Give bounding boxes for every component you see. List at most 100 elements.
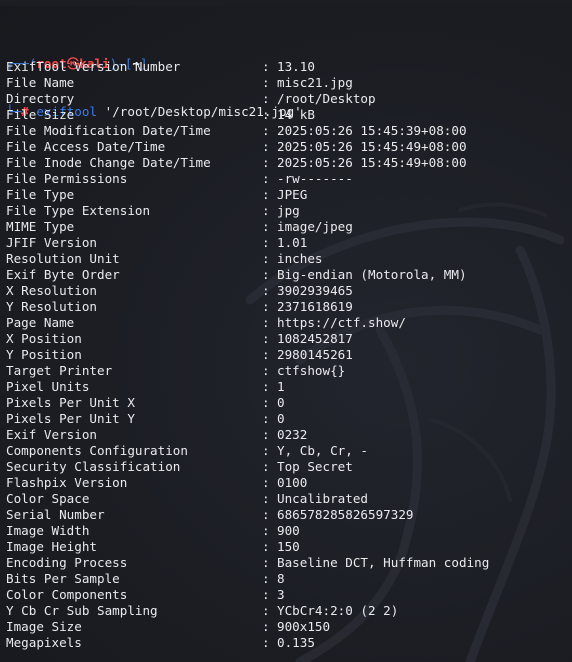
exif-tag-value: 900x150 [277,619,331,634]
exif-tag-name: X Resolution [6,283,97,298]
exif-tag-name: Exif Version [6,427,97,442]
exif-row: Pixel Units:1 [6,379,566,395]
exif-row: File Permissions: -rw------- [6,171,566,187]
exif-row: Y Resolution:2371618619 [6,299,566,315]
exif-separator: : [262,603,270,618]
exif-separator: : [262,619,270,634]
exif-separator: : [262,107,270,122]
exif-row: Color Space: Uncalibrated [6,491,566,507]
exif-tag-value: 2025:05:26 15:45:49+08:00 [277,139,467,154]
exif-row: Y Position:2980145261 [6,347,566,363]
exif-row: Image Width:900 [6,523,566,539]
exif-tag-name: File Inode Change Date/Time [6,155,211,170]
exif-separator: : [262,187,270,202]
exif-tag-name: Bits Per Sample [6,571,120,586]
exif-tag-value: Uncalibrated [277,491,368,506]
exif-tag-name: X Position [6,331,82,346]
exif-separator: : [262,219,270,234]
exif-tag-name: Color Space [6,491,90,506]
exif-row: Encoding Process: Baseline DCT, Huffman c… [6,555,566,571]
exif-separator: : [262,587,270,602]
exif-tag-value: 1.01 [277,235,308,250]
exif-tag-name: Megapixels [6,635,82,650]
exif-separator: : [262,299,270,314]
exif-row: Image Height:150 [6,539,566,555]
exif-separator: : [262,395,270,410]
exif-tag-name: Y Cb Cr Sub Sampling [6,603,158,618]
exif-tag-value: 2980145261 [277,347,353,362]
exiftool-output: ExifTool Version Number:13.10 File Name: m… [6,59,566,651]
exif-separator: : [262,155,270,170]
exif-tag-name: Y Position [6,347,82,362]
exif-tag-value: 1 [277,379,285,394]
exif-row: Flashpix Version:0100 [6,475,566,491]
exif-tag-name: MIME Type [6,219,75,234]
exif-row: Exif Byte Order: Big-endian (Motorola, MM… [6,267,566,283]
exif-separator: : [262,75,270,90]
exif-tag-name: Image Width [6,523,90,538]
exif-row: Color Components:3 [6,587,566,603]
exif-row: File Type: JPEG [6,187,566,203]
exif-tag-value: 150 [277,539,300,554]
exif-tag-value: 0100 [277,475,308,490]
title-bar-remnant [0,0,572,6]
exif-tag-value: /root/Desktop [277,91,376,106]
exif-tag-name: File Size [6,107,75,122]
exif-tag-name: Resolution Unit [6,251,120,266]
exif-row: Exif Version:0232 [6,427,566,443]
exif-separator: : [262,475,270,490]
exif-tag-name: File Type [6,187,75,202]
terminal-window[interactable]: ┌──(root㉿kali)-[~] └─# exiftool '/root/D… [0,0,572,662]
exif-tag-value: ctfshow{} [277,363,346,378]
exif-row: Megapixels:0.135 [6,635,566,651]
exif-row: MIME Type: image/jpeg [6,219,566,235]
exif-tag-value: 3902939465 [277,283,353,298]
exif-tag-name: Security Classification [6,459,181,474]
exif-row: ExifTool Version Number:13.10 [6,59,566,75]
exif-tag-name: File Modification Date/Time [6,123,211,138]
exif-separator: : [262,315,270,330]
exif-row: X Resolution:3902939465 [6,283,566,299]
exif-tag-value: 1082452817 [277,331,353,346]
exif-row: Components Configuration: Y, Cb, Cr, - [6,443,566,459]
exif-tag-value: 0.135 [277,635,315,650]
exif-separator: : [262,203,270,218]
exif-tag-name: File Permissions [6,171,128,186]
exif-separator: : [262,331,270,346]
exif-tag-value: https://ctf.show/ [277,315,406,330]
exif-row: X Position:1082452817 [6,331,566,347]
exif-row: File Inode Change Date/Time:2025:05:26 1… [6,155,566,171]
exif-row: Y Cb Cr Sub Sampling: YCbCr4:2:0 (2 2) [6,603,566,619]
exif-tag-value: 2025:05:26 15:45:49+08:00 [277,155,467,170]
exif-tag-value: 0232 [277,427,308,442]
exif-tag-value: misc21.jpg [277,75,353,90]
exif-separator: : [262,411,270,426]
exif-tag-value: JPEG [277,187,308,202]
exif-tag-name: Directory [6,91,75,106]
exif-separator: : [262,59,270,74]
exif-tag-name: Encoding Process [6,555,128,570]
exif-tag-name: Image Size [6,619,82,634]
exif-separator: : [262,539,270,554]
exif-separator: : [262,635,270,650]
exif-separator: : [262,91,270,106]
exif-separator: : [262,347,270,362]
exif-tag-value: 8 [277,571,285,586]
exif-separator: : [262,555,270,570]
exif-tag-name: Pixels Per Unit X [6,395,135,410]
exif-tag-name: Serial Number [6,507,105,522]
exif-tag-value: Big-endian (Motorola, MM) [277,267,467,282]
exif-separator: : [262,123,270,138]
exif-tag-name: Pixels Per Unit Y [6,411,135,426]
exif-row: Pixels Per Unit X:0 [6,395,566,411]
exif-tag-value: jpg [277,203,300,218]
exif-row: Security Classification: Top Secret [6,459,566,475]
exif-tag-value: 3 [277,587,285,602]
exif-tag-name: Color Components [6,587,128,602]
exif-row: Page Name: https://ctf.show/ [6,315,566,331]
exif-separator: : [262,235,270,250]
exif-tag-name: Components Configuration [6,443,188,458]
exif-tag-value: 2025:05:26 15:45:39+08:00 [277,123,467,138]
exif-separator: : [262,379,270,394]
exif-tag-value: 0 [277,395,285,410]
